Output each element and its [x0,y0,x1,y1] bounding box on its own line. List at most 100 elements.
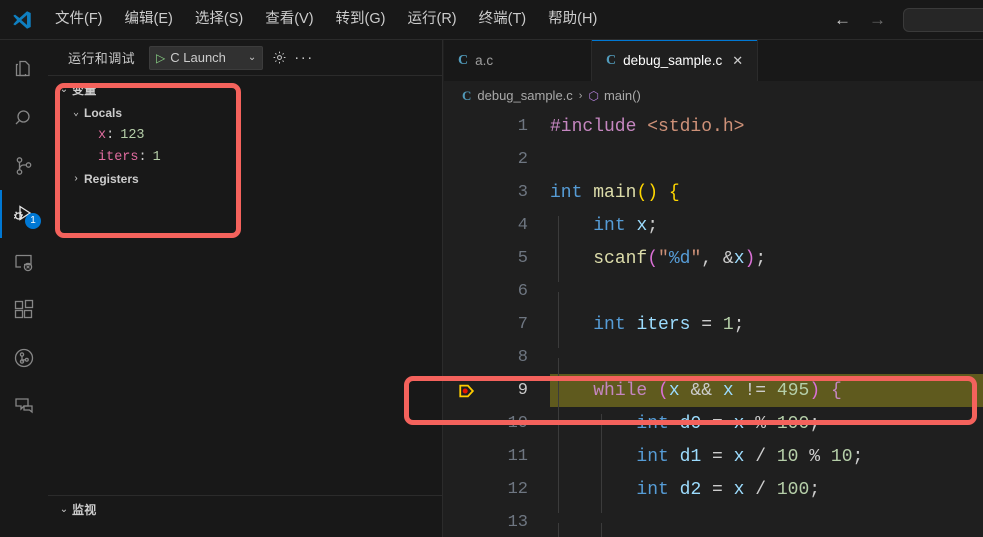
chevron-down-icon[interactable]: ⌄ [68,107,84,119]
editor-gutter[interactable]: 9 [444,374,550,407]
nav-back-icon[interactable]: ← [825,11,860,28]
code-token: ) [744,248,756,269]
gitlens-icon[interactable] [0,334,48,382]
code-line-current[interactable]: 9 while (x && x != 495) { [444,374,983,414]
code-line[interactable]: 11 int d1 = x / 10 % 10; [444,440,983,480]
code-token: % [798,446,831,467]
editor-gutter[interactable]: 8 [444,341,550,374]
code-line[interactable]: 3 int main() { [444,176,983,209]
code-line[interactable]: 8 [444,341,983,391]
code-line[interactable]: 10 int d0 = x % 100; [444,407,983,447]
more-actions-icon[interactable]: ··· [294,50,314,65]
variables-scope-locals[interactable]: ⌄ Locals [48,102,443,124]
menu-edit[interactable]: 编辑(E) [115,5,183,33]
scope-label: Locals [84,106,123,120]
menu-go[interactable]: 转到(G) [326,5,396,33]
code-editor[interactable]: 1 #include <stdio.h> 2 3 int main() {4 int x… [444,110,983,537]
editor-gutter[interactable]: 11 [444,440,550,473]
editor-gutter[interactable]: 2 [444,143,550,176]
editor-tab[interactable]: Cdebug_sample.c ✕ [592,40,759,81]
code-token: ; [809,413,821,434]
chevron-down-icon[interactable]: ⌄ [56,84,72,95]
menu-run[interactable]: 运行(R) [397,5,466,33]
code-line-text[interactable]: scanf("%d", &x); [550,248,983,282]
indent-guide [558,248,559,282]
line-number: 9 [517,381,528,400]
menu-terminal[interactable]: 终端(T) [469,5,537,33]
variable-row[interactable]: x:123 [48,124,443,146]
menu-view[interactable]: 查看(V) [255,5,323,33]
start-debugging-icon[interactable]: ▷ [154,52,170,64]
code-token: { [668,182,680,203]
editor-gutter[interactable]: 6 [444,275,550,308]
editor-gutter[interactable]: 12 [444,473,550,506]
variable-value[interactable]: 1 [153,150,161,165]
explorer-icon[interactable] [0,46,48,94]
menu-help[interactable]: 帮助(H) [538,5,607,33]
variable-separator: : [138,149,147,165]
editor-tab[interactable]: Ca.c [444,40,592,81]
indent-guide [558,446,559,480]
editor-gutter[interactable]: 1 [444,110,550,143]
code-line[interactable]: 2 [444,143,983,176]
editor-gutter[interactable]: 10 [444,407,550,440]
breadcrumb-symbol[interactable]: main() [604,88,641,103]
variables-scope-registers[interactable]: › Registers [48,168,443,190]
line-number: 10 [507,414,528,433]
debug-toolbar: 运行和调试 ▷ C Launch ⌄ ··· [48,40,442,75]
line-number: 13 [507,513,528,532]
code-line-text[interactable]: int x; [550,215,983,249]
gear-icon[interactable] [272,50,287,65]
editor-gutter[interactable]: 4 [444,209,550,242]
chevron-down-icon[interactable]: ⌄ [56,504,72,515]
nav-forward-icon[interactable]: → [860,11,895,28]
code-line-text[interactable]: int d1 = x / 10 % 10; [550,446,983,480]
editor-gutter[interactable]: 13 [444,506,550,537]
variables-pane-header[interactable]: ⌄ 变量 [48,76,443,102]
code-line-text[interactable]: while (x && x != 495) { [550,380,983,414]
menu-selection[interactable]: 选择(S) [185,5,253,33]
breadcrumb-file[interactable]: debug_sample.c [477,88,572,103]
code-line-text[interactable]: int d0 = x % 100; [550,413,983,447]
source-control-icon[interactable] [0,142,48,190]
code-token: / [744,479,777,500]
close-icon[interactable]: ✕ [732,54,743,67]
code-token: != [733,380,777,401]
code-line[interactable]: 12 int d2 = x / 100; [444,473,983,513]
code-line[interactable]: 7 int iters = 1; [444,308,983,348]
editor-gutter[interactable]: 3 [444,176,550,209]
editor-gutter[interactable]: 7 [444,308,550,341]
variable-row[interactable]: iters:1 [48,146,443,168]
remote-explorer-icon[interactable] [0,238,48,286]
run-and-debug-icon[interactable]: 1 [0,190,48,238]
breakpoint-current-icon[interactable] [444,382,490,400]
chevron-down-icon[interactable]: ⌄ [248,52,260,63]
code-token: int [636,413,680,434]
code-line-text[interactable]: int iters = 1; [550,314,983,348]
menu-items: 文件(F) 编辑(E) 选择(S) 查看(V) 转到(G) 运行(R) 终端(T) 帮助(H) [44,5,608,33]
code-line[interactable]: 6 [444,275,983,325]
code-line[interactable]: 5 scanf("%d", &x); [444,242,983,282]
launch-config-dropdown[interactable]: ▷ C Launch ⌄ [149,45,264,70]
code-line-text[interactable]: int main() { [550,183,983,203]
menu-file[interactable]: 文件(F) [45,5,113,33]
code-line[interactable]: 4 int x; [444,209,983,249]
code-line[interactable]: 1 #include <stdio.h> [444,110,983,143]
code-token: while [593,380,648,401]
extensions-icon[interactable] [0,286,48,334]
variable-value[interactable]: 123 [120,128,144,143]
chat-icon[interactable] [0,382,48,430]
editor-gutter[interactable]: 5 [444,242,550,275]
code-line-text[interactable]: int d2 = x / 100; [550,479,983,513]
code-token: x [668,380,680,401]
code-line[interactable]: 13 [444,506,983,537]
search-icon[interactable] [0,94,48,142]
code-line-text[interactable]: #include <stdio.h> [550,117,983,137]
command-center-search-input[interactable] [903,7,983,32]
watch-pane-header[interactable]: ⌄ 监视 [48,496,443,522]
chevron-right-icon[interactable]: › [68,174,84,185]
code-token: int [593,215,637,236]
